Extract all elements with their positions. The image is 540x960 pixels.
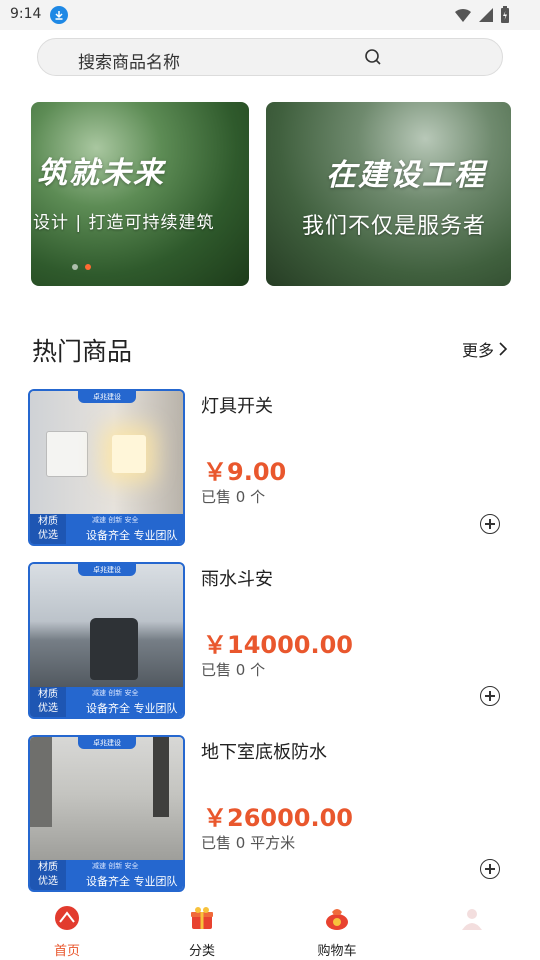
product-card[interactable]: 卓兆建设 材质优选 减速 创新 安全 设备齐全 专业团队 地下室底板防水 ￥26… xyxy=(28,735,512,895)
wifi-icon xyxy=(455,8,471,22)
banner-indicator xyxy=(72,264,91,270)
tab-profile[interactable] xyxy=(427,904,517,940)
banner-subline: 设计 | 打造可持续建筑 xyxy=(33,213,215,233)
banner-subline: 我们不仅是服务者 xyxy=(302,214,487,239)
section-title: 热门商品 xyxy=(32,337,133,366)
thumb-badge: 优选 xyxy=(38,703,58,714)
thumb-badge: 优选 xyxy=(38,876,58,887)
tab-cart[interactable]: 购物车 xyxy=(292,904,382,959)
thumb-tag: 卓兆建设 xyxy=(78,737,136,749)
tab-label: 分类 xyxy=(188,944,215,959)
banner-headline: 筑就未来 xyxy=(37,156,165,191)
search-icon[interactable] xyxy=(364,48,382,66)
product-card[interactable]: 卓兆建设 材质优选 减速 创新 安全 设备齐全 专业团队 雨水斗安 ￥14000… xyxy=(28,562,512,722)
search-input[interactable]: 搜索商品名称 xyxy=(78,48,180,73)
tab-label: 购物车 xyxy=(317,944,357,959)
banner-1[interactable]: 筑就未来 设计 | 打造可持续建筑 xyxy=(31,102,249,286)
thumb-small-text: 减速 创新 安全 xyxy=(92,862,139,870)
download-icon xyxy=(50,6,68,24)
product-sold: 已售 0 平方米 xyxy=(201,834,296,852)
indicator-dot-active xyxy=(85,264,91,270)
product-name: 地下室底板防水 xyxy=(201,742,327,763)
thumb-badge: 材质 xyxy=(38,862,58,873)
battery-icon xyxy=(501,6,509,23)
product-image[interactable]: 卓兆建设 材质优选 减速 创新 安全 设备齐全 专业团队 xyxy=(28,389,185,546)
search-bar[interactable]: 搜索商品名称 xyxy=(37,38,503,76)
thumb-slogan: 设备齐全 专业团队 xyxy=(86,702,178,715)
product-card[interactable]: 卓兆建设 材质 优选 减速 创新 安全 设备齐全 专业团队 灯具开关 ￥9.00 … xyxy=(28,389,512,549)
product-name: 灯具开关 xyxy=(201,396,273,417)
chevron-right-icon xyxy=(499,342,508,356)
bottom-tab-bar: 首页 分类 购物车 xyxy=(0,900,540,960)
product-price: ￥9.00 xyxy=(203,458,287,486)
thumb-badge: 材质 xyxy=(38,516,58,527)
thumb-badge: 材质 xyxy=(38,689,58,700)
thumb-slogan: 设备齐全 专业团队 xyxy=(86,529,178,542)
tab-label: 首页 xyxy=(53,944,80,959)
more-link[interactable]: 更多 xyxy=(462,337,508,361)
home-icon xyxy=(55,906,79,930)
thumb-small-text: 减速 创新 安全 xyxy=(92,689,139,697)
product-sold: 已售 0 个 xyxy=(201,661,266,679)
add-to-cart-icon[interactable] xyxy=(480,859,500,879)
thumb-tag: 卓兆建设 xyxy=(78,564,136,576)
banner-headline: 在建设工程 xyxy=(326,158,486,193)
thumb-slogan: 设备齐全 专业团队 xyxy=(86,875,178,888)
thumb-small-text: 减速 创新 安全 xyxy=(92,516,139,524)
thumb-badge: 优选 xyxy=(38,530,58,541)
product-image[interactable]: 卓兆建设 材质优选 减速 创新 安全 设备齐全 专业团队 xyxy=(28,562,185,719)
thumb-tag: 卓兆建设 xyxy=(78,391,136,403)
banner-2[interactable]: 在建设工程 我们不仅是服务者 xyxy=(266,102,511,286)
tab-home[interactable]: 首页 xyxy=(22,904,112,959)
money-bag-icon xyxy=(326,909,348,930)
status-bar: 9:14 xyxy=(0,0,540,30)
product-name: 雨水斗安 xyxy=(201,569,273,590)
profile-icon xyxy=(462,909,482,930)
add-to-cart-icon[interactable] xyxy=(480,514,500,534)
product-sold: 已售 0 个 xyxy=(201,488,266,506)
product-image[interactable]: 卓兆建设 材质优选 减速 创新 安全 设备齐全 专业团队 xyxy=(28,735,185,892)
product-price: ￥14000.00 xyxy=(203,631,354,659)
signal-icon xyxy=(479,8,493,22)
tab-category[interactable]: 分类 xyxy=(157,904,247,959)
indicator-dot xyxy=(72,264,78,270)
more-label[interactable]: 更多 xyxy=(462,337,494,361)
gift-box-icon xyxy=(191,907,213,929)
product-price: ￥26000.00 xyxy=(203,804,354,832)
add-to-cart-icon[interactable] xyxy=(480,686,500,706)
status-time: 9:14 xyxy=(10,6,42,22)
